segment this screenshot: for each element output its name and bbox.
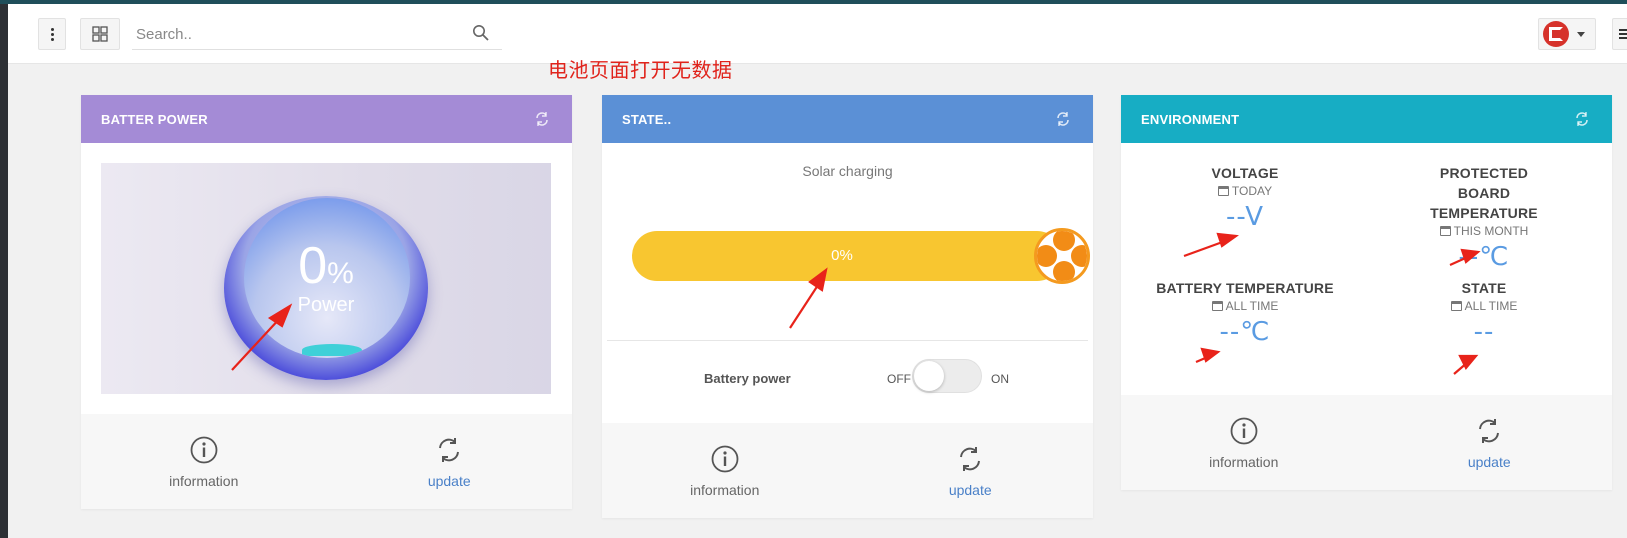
update-label: update (1467, 453, 1511, 470)
toggle-on-label: ON (991, 372, 1009, 386)
state-card: STATE.. Solar charging 0% Battery power … (602, 95, 1093, 518)
battery-gauge-panel: 0% Power (101, 163, 551, 394)
sync-icon (1479, 418, 1500, 443)
top-header (8, 4, 1627, 64)
battery-gauge-ring: 0% Power (224, 196, 428, 380)
search-icon[interactable] (472, 24, 490, 42)
card-footer: information update (81, 414, 572, 509)
card-body: 0% Power (81, 143, 572, 414)
grid-view-button[interactable] (80, 18, 120, 50)
charging-progress-bar: 0% (632, 228, 1090, 284)
metric-title: VOLTAGE (1211, 165, 1279, 181)
refresh-icon[interactable] (1055, 111, 1071, 127)
card-footer: information update (602, 423, 1093, 518)
information-button[interactable]: information (1121, 395, 1367, 490)
toggle-knob (914, 361, 944, 391)
grid-icon (92, 26, 108, 42)
gauge-value: 0 (298, 237, 328, 295)
update-button[interactable]: update (848, 423, 1094, 518)
information-label: information (169, 472, 239, 489)
metric-battery-temperature: BATTERY TEMPERATURE ALL TIME --℃ (1125, 278, 1365, 347)
refresh-icon[interactable] (1574, 111, 1590, 127)
card-title: ENVIRONMENT (1141, 111, 1240, 127)
metric-period: ALL TIME (1125, 299, 1365, 313)
update-button[interactable]: update (327, 414, 573, 509)
gauge-readout: 0% Power (224, 240, 428, 317)
information-label: information (690, 481, 760, 498)
menu-icon (1619, 29, 1627, 39)
card-header: ENVIRONMENT (1121, 95, 1612, 143)
battery-power-toggle-row: Battery power OFF ON (602, 359, 1093, 399)
gauge-unit: % (327, 257, 354, 290)
card-header: STATE.. (602, 95, 1093, 143)
search-box (132, 20, 502, 50)
avatar (1543, 21, 1569, 47)
right-menu-button[interactable] (1612, 18, 1627, 50)
annotation-text: 电池页面打开无数据 (548, 58, 733, 82)
card-footer: information update (1121, 395, 1612, 490)
period-label: THIS MONTH (1453, 224, 1529, 238)
metric-period: TODAY (1125, 184, 1365, 198)
metric-value: --V (1225, 202, 1265, 232)
environment-card: ENVIRONMENT VOLTAGE TODAY --V PROTECTED … (1121, 95, 1612, 490)
sync-icon (439, 437, 460, 462)
information-button[interactable]: information (602, 423, 848, 518)
metric-protected-board-temperature: PROTECTED BOARD TEMPERATURE THIS MONTH -… (1364, 163, 1604, 272)
menu-button[interactable] (38, 18, 66, 50)
metric-value: --℃ (1458, 242, 1510, 272)
period-label: ALL TIME (1464, 299, 1518, 313)
gauge-label: Power (297, 294, 355, 316)
card-title: STATE.. (622, 111, 672, 127)
metric-period: ALL TIME (1364, 299, 1604, 313)
info-icon (711, 445, 739, 472)
metric-period: THIS MONTH (1364, 224, 1604, 238)
toggle-off-label: OFF (887, 372, 911, 386)
left-sidebar-edge (0, 4, 8, 538)
metric-voltage: VOLTAGE TODAY --V (1125, 163, 1365, 232)
info-icon (190, 436, 218, 463)
gauge-fill-wave (302, 344, 362, 356)
information-button[interactable]: information (81, 414, 327, 509)
period-label: ALL TIME (1225, 299, 1279, 313)
fan-icon (1034, 228, 1090, 284)
update-label: update (427, 472, 471, 489)
info-icon (1230, 417, 1258, 444)
metric-value: --℃ (1219, 317, 1271, 347)
metric-title: PROTECTED BOARD TEMPERATURE (1430, 165, 1538, 221)
refresh-icon[interactable] (534, 111, 550, 127)
card-title: BATTER POWER (101, 111, 208, 127)
chevron-down-icon (1577, 31, 1585, 37)
more-vert-icon (50, 27, 54, 41)
toggle-label: Battery power (704, 371, 791, 386)
calendar-icon (1450, 301, 1462, 311)
sync-icon (960, 446, 981, 471)
calendar-icon (1217, 186, 1229, 196)
update-button[interactable]: update (1367, 395, 1613, 490)
metric-value: -- (1473, 317, 1495, 347)
metric-state: STATE ALL TIME -- (1364, 278, 1604, 347)
card-body: VOLTAGE TODAY --V PROTECTED BOARD TEMPER… (1121, 143, 1612, 395)
card-header: BATTER POWER (81, 95, 572, 143)
card-body: Solar charging 0% Battery power OFF ON (602, 143, 1093, 423)
metric-title: BATTERY TEMPERATURE (1156, 280, 1334, 296)
solar-charging-label: Solar charging (802, 163, 893, 179)
calendar-icon (1211, 301, 1223, 311)
metric-title: STATE (1461, 280, 1507, 296)
user-menu-button[interactable] (1538, 18, 1596, 50)
progress-text: 0% (831, 247, 853, 264)
calendar-icon (1439, 226, 1451, 236)
information-label: information (1209, 453, 1279, 470)
divider (607, 340, 1088, 341)
battery-power-card: BATTER POWER 0% Power information update (81, 95, 572, 509)
update-label: update (948, 481, 992, 498)
search-input[interactable] (132, 20, 452, 48)
period-label: TODAY (1231, 184, 1273, 198)
battery-power-toggle[interactable] (912, 359, 982, 393)
